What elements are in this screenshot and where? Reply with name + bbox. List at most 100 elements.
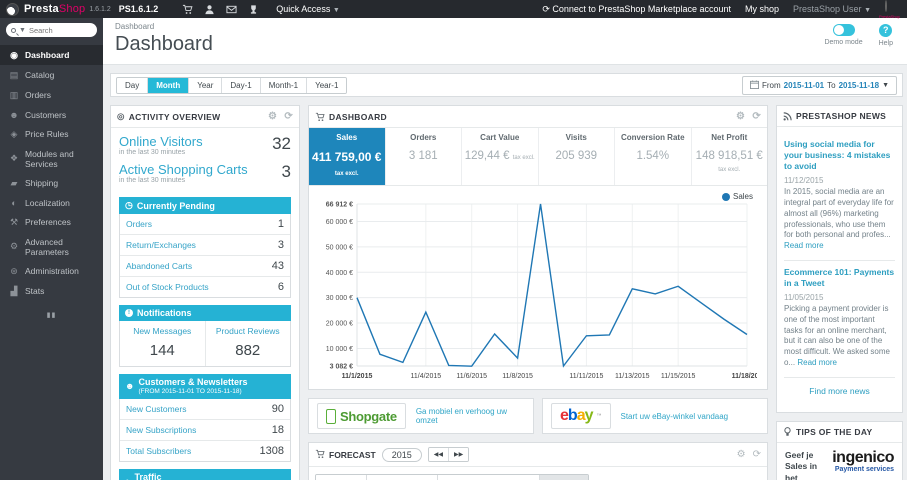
dashboard-panel: DASHBOARD ⚙ ⟳ Sales 411 759,00 € tax excl.… — [308, 105, 768, 390]
sidebar-item-catalog[interactable]: ▤ Catalog — [0, 65, 103, 85]
puzzle-icon: ❖ — [9, 153, 19, 163]
customers-newsletters-header: ☻ Customers & Newsletters (FROM 2015-11-0… — [119, 374, 291, 399]
panel-settings-icon[interactable]: ⚙ — [737, 449, 746, 460]
list-item-abandoned-carts[interactable]: Abandoned Carts 43 — [120, 255, 290, 276]
kpi-tab-net-profit[interactable]: Net Profit 148 918,51 € tax excl. — [692, 128, 768, 185]
sidebar-item-localization[interactable]: ◐ Localization — [0, 193, 103, 212]
sidebar-item-administration[interactable]: ⊛ Administration — [0, 261, 103, 281]
bar-chart-icon: ▟ — [10, 285, 18, 296]
sidebar-item-modules[interactable]: ❖ Modules and Services — [0, 144, 103, 173]
sales-line-chart: 3 082 € 10 000 € 20 000 € 30 000 € 40 000 € 5… — [326, 202, 763, 381]
ebay-link[interactable]: Start uw eBay-winkel vandaag — [621, 412, 729, 421]
search-input[interactable] — [28, 25, 87, 35]
shopgate-ad[interactable]: Shopgate Ga mobiel en verhoog uw omzet — [308, 398, 534, 434]
toggle-average-cart-value[interactable]: Average Cart Value — [437, 475, 539, 480]
user-menu[interactable]: PrestaShop User ▼ — [793, 4, 871, 14]
news-title-link[interactable]: Ecommerce 101: Payments in a Tweet — [784, 267, 895, 289]
news-title-link[interactable]: Using social media for your business: 4 … — [784, 139, 895, 172]
messages-icon[interactable] — [220, 3, 242, 14]
panel-refresh-icon[interactable]: ⟳ — [753, 449, 761, 460]
chart-legend[interactable]: Sales — [721, 192, 753, 201]
cart-icon[interactable] — [176, 3, 198, 14]
kpi-tab-conversion-rate[interactable]: Conversion Rate 1.54% — [615, 128, 692, 185]
credit-card-icon: ▥ — [9, 89, 19, 100]
active-carts-row[interactable]: Active Shopping Carts in the last 30 minu… — [119, 162, 291, 190]
sidebar-item-dashboard[interactable]: ◉ Dashboard — [0, 45, 103, 65]
online-visitors-row[interactable]: Online Visitors in the last 30 minutes 32 — [119, 134, 291, 162]
my-shop-link[interactable]: My shop — [745, 4, 779, 14]
read-more-link[interactable]: Read more — [784, 241, 824, 250]
sidebar-search[interactable]: ▼ — [6, 23, 97, 37]
marketplace-link[interactable]: ⟳ Connect to PrestaShop Marketplace acco… — [542, 4, 731, 15]
list-item-total-subscribers[interactable]: Total Subscribers 1308 — [120, 439, 290, 461]
chevron-down-icon: ▼ — [882, 81, 889, 89]
sync-icon: ⟳ — [542, 3, 553, 14]
list-item-new-subscriptions[interactable]: New Subscriptions 18 — [120, 418, 290, 440]
shopgate-link[interactable]: Ga mobiel en verhoog uw omzet — [416, 407, 525, 425]
sidebar-item-advanced-parameters[interactable]: ⚙ Advanced Parameters — [0, 232, 103, 261]
product-reviews-cell[interactable]: Product Reviews 882 — [204, 321, 291, 366]
date-range-toolbar: Day Month Year Day-1 Month-1 Year-1 From… — [110, 73, 903, 97]
chevron-down-icon: ▼ — [332, 7, 340, 14]
sidebar-item-price-rules[interactable]: ◈ Price Rules — [0, 124, 103, 144]
toggle-conversion[interactable]: Conversion — [366, 475, 438, 480]
trophy-icon[interactable] — [242, 3, 264, 14]
list-item-new-customers[interactable]: New Customers 90 — [120, 399, 290, 419]
forecast-panel: FORECAST 2015 ◀◀ ▶▶ ⚙ ⟳ Traffic Conversio… — [308, 442, 768, 480]
sidebar-item-stats[interactable]: ▟ Stats — [0, 281, 103, 301]
sidebar-item-orders[interactable]: ▥ Orders — [0, 85, 103, 105]
panel-refresh-icon[interactable]: ⟳ — [752, 111, 761, 122]
kpi-tab-cart-value[interactable]: Cart Value 129,44 € tax excl. — [462, 128, 539, 185]
read-more-link[interactable]: Read more — [797, 358, 837, 367]
gauge-icon: ◉ — [10, 49, 18, 60]
calendar-icon — [749, 79, 759, 91]
svg-text:11/15/2015: 11/15/2015 — [661, 373, 696, 380]
svg-text:11/1/2015: 11/1/2015 — [342, 373, 373, 380]
toggle-sales[interactable]: Sales — [538, 475, 588, 480]
toggle-traffic[interactable]: Traffic — [316, 475, 367, 480]
date-range-picker[interactable]: From 2015-11-01 To 2015-11-18 ▼ — [741, 75, 897, 95]
range-button-month[interactable]: Month — [147, 77, 189, 93]
range-button-year-1[interactable]: Year-1 — [306, 77, 347, 93]
range-button-month-1[interactable]: Month-1 — [259, 77, 307, 93]
tags-icon: ◈ — [10, 128, 18, 139]
previous-year-button[interactable]: ◀◀ — [428, 448, 449, 461]
phone-icon — [326, 408, 336, 424]
sidebar-item-preferences[interactable]: ⚒ Preferences — [0, 212, 103, 232]
kpi-tab-sales[interactable]: Sales 411 759,00 € tax excl. — [309, 128, 386, 185]
range-button-day-1[interactable]: Day-1 — [221, 77, 260, 93]
customer-icon[interactable] — [198, 3, 220, 14]
panel-settings-icon[interactable]: ⚙ — [268, 111, 277, 122]
quick-access-menu[interactable]: Quick Access ▼ — [276, 4, 339, 14]
list-item-orders[interactable]: Orders 1 — [120, 214, 290, 234]
svg-text:66 912 €: 66 912 € — [326, 202, 353, 209]
range-button-year[interactable]: Year — [188, 77, 222, 93]
range-button-day[interactable]: Day — [117, 77, 148, 93]
svg-text:11/18/201: 11/18/201 — [732, 373, 757, 380]
panel-settings-icon[interactable]: ⚙ — [736, 111, 745, 122]
help-icon[interactable]: ? — [879, 24, 893, 37]
shopgate-logo: Shopgate — [317, 403, 406, 429]
panel-refresh-icon[interactable]: ⟳ — [284, 111, 293, 122]
sidebar-item-shipping[interactable]: ▰ Shipping — [0, 173, 103, 193]
forecast-year[interactable]: 2015 — [381, 447, 422, 462]
demo-mode-toggle[interactable] — [832, 24, 855, 36]
kpi-tab-visits[interactable]: Visits 205 939 — [539, 128, 615, 185]
kpi-tab-orders[interactable]: Orders 3 181 — [386, 128, 462, 185]
list-item-returns[interactable]: Return/Exchanges 3 — [120, 234, 290, 255]
next-year-button[interactable]: ▶▶ — [448, 448, 469, 461]
list-item-out-of-stock[interactable]: Out of Stock Products 6 — [120, 276, 290, 297]
currently-pending-header: ◷ Currently Pending — [119, 197, 291, 214]
svg-text:20 000 €: 20 000 € — [326, 321, 353, 328]
panel-title: DASHBOARD — [329, 111, 387, 122]
avatar[interactable]: PrestaShop — [879, 0, 901, 19]
collapse-menu-button[interactable]: ▮▮ — [0, 311, 103, 319]
ebay-ad[interactable]: ebay ™ Start uw eBay-winkel vandaag — [542, 398, 768, 434]
range-button-group: Day Month Year Day-1 Month-1 Year-1 — [116, 76, 348, 94]
ingenico-logo: ingenico Payment services — [832, 448, 894, 473]
find-more-news-link[interactable]: Find more news — [784, 378, 895, 406]
new-messages-cell[interactable]: New Messages 144 — [120, 321, 205, 366]
sidebar-item-customers[interactable]: ☻ Customers — [0, 105, 103, 124]
prestashop-logo[interactable] — [6, 2, 19, 16]
version-small: 1.6.1.2 — [89, 5, 111, 13]
